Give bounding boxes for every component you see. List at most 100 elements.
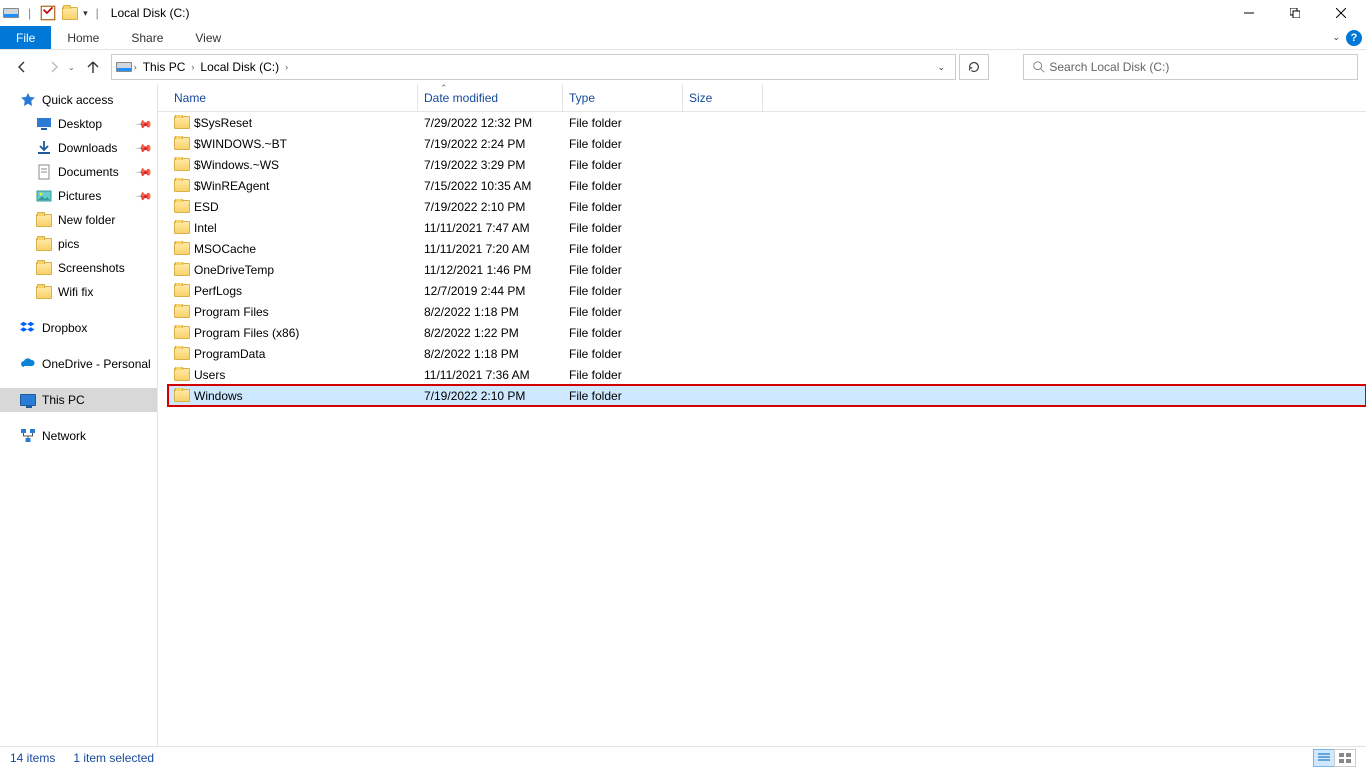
file-row[interactable]: MSOCache11/11/2021 7:20 AMFile folder xyxy=(168,238,1366,259)
nav-quick-access[interactable]: Quick access xyxy=(0,88,157,112)
maximize-button[interactable] xyxy=(1272,0,1318,26)
file-name: Windows xyxy=(194,389,243,403)
downloads-icon xyxy=(36,140,52,156)
file-type: File folder xyxy=(563,116,683,130)
nav-dropbox[interactable]: Dropbox xyxy=(0,316,157,340)
pictures-icon xyxy=(36,188,52,204)
nav-pictures[interactable]: Pictures📌 xyxy=(0,184,157,208)
column-headers: Name ⌃ Date modified Type Size xyxy=(158,84,1366,112)
nav-onedrive[interactable]: OneDrive - Personal xyxy=(0,352,157,376)
file-name: Intel xyxy=(194,221,217,235)
nav-this-pc[interactable]: This PC xyxy=(0,388,157,412)
file-row[interactable]: $WinREAgent 7/15/2022 10:35 AMFile folder xyxy=(168,175,1366,196)
file-row[interactable]: Windows7/19/2022 2:10 PMFile folder xyxy=(168,385,1366,406)
crumb-local-disk[interactable]: Local Disk (C:) xyxy=(196,60,283,74)
file-row[interactable]: Program Files8/2/2022 1:18 PMFile folder xyxy=(168,301,1366,322)
search-box[interactable] xyxy=(1023,54,1358,80)
file-row[interactable]: $Windows.~WS7/19/2022 3:29 PMFile folder xyxy=(168,154,1366,175)
qat-customize-icon[interactable]: ▾ xyxy=(83,8,88,19)
file-type: File folder xyxy=(563,158,683,172)
recent-locations-icon[interactable]: ⌄ xyxy=(68,63,75,72)
nav-label: New folder xyxy=(58,213,115,227)
nav-documents[interactable]: Documents📌 xyxy=(0,160,157,184)
file-row[interactable]: ProgramData8/2/2022 1:18 PMFile folder xyxy=(168,343,1366,364)
file-name: PerfLogs xyxy=(194,284,242,298)
help-icon[interactable]: ? xyxy=(1346,30,1362,46)
this-pc-icon xyxy=(20,392,36,408)
nav-network[interactable]: Network xyxy=(0,424,157,448)
tab-view[interactable]: View xyxy=(179,26,237,49)
col-type[interactable]: Type xyxy=(563,84,683,111)
crumb-label: This PC xyxy=(143,60,186,74)
tab-share[interactable]: Share xyxy=(115,26,179,49)
desktop-icon xyxy=(36,116,52,132)
folder-icon xyxy=(174,199,190,215)
file-row[interactable]: PerfLogs12/7/2019 2:44 PMFile folder xyxy=(168,280,1366,301)
folder-icon xyxy=(174,325,190,341)
folder-icon xyxy=(174,283,190,299)
address-dropdown-icon[interactable]: ⌄ xyxy=(931,62,951,73)
address-bar-row: ⌄ › This PC › Local Disk (C:) › ⌄ xyxy=(0,50,1366,84)
file-name: ESD xyxy=(194,200,219,214)
chevron-right-icon[interactable]: › xyxy=(134,62,137,72)
file-date: 7/19/2022 3:29 PM xyxy=(418,158,563,172)
search-input[interactable] xyxy=(1049,60,1349,74)
col-name[interactable]: Name xyxy=(168,84,418,111)
file-name: $WinREAgent xyxy=(194,179,269,193)
chevron-right-icon[interactable]: › xyxy=(285,62,288,72)
file-type: File folder xyxy=(563,179,683,193)
qat-new-folder-icon[interactable] xyxy=(61,4,79,22)
chevron-right-icon[interactable]: › xyxy=(191,62,194,72)
tab-home[interactable]: Home xyxy=(51,26,115,49)
up-button[interactable] xyxy=(79,54,107,80)
nav-screenshots[interactable]: Screenshots xyxy=(0,256,157,280)
file-date: 7/19/2022 2:24 PM xyxy=(418,137,563,151)
nav-label: OneDrive - Personal xyxy=(42,357,151,371)
minimize-button[interactable] xyxy=(1226,0,1272,26)
forward-button[interactable] xyxy=(40,54,68,80)
file-date: 12/7/2019 2:44 PM xyxy=(418,284,563,298)
documents-icon xyxy=(36,164,52,180)
crumb-this-pc[interactable]: This PC xyxy=(139,60,190,74)
file-date: 7/15/2022 10:35 AM xyxy=(418,179,563,193)
view-details-button[interactable] xyxy=(1313,749,1335,767)
nav-new-folder[interactable]: New folder xyxy=(0,208,157,232)
file-type: File folder xyxy=(563,326,683,340)
nav-label: Pictures xyxy=(58,189,101,203)
file-row[interactable]: $SysReset7/29/2022 12:32 PMFile folder xyxy=(168,112,1366,133)
file-name: $WINDOWS.~BT xyxy=(194,137,287,151)
file-name: $SysReset xyxy=(194,116,252,130)
file-row[interactable]: Program Files (x86)8/2/2022 1:22 PMFile … xyxy=(168,322,1366,343)
folder-icon xyxy=(174,136,190,152)
file-type: File folder xyxy=(563,242,683,256)
qat-properties-icon[interactable] xyxy=(39,4,57,22)
address-bar[interactable]: › This PC › Local Disk (C:) › ⌄ xyxy=(111,54,956,80)
nav-pics[interactable]: pics xyxy=(0,232,157,256)
file-row[interactable]: ESD7/19/2022 2:10 PMFile folder xyxy=(168,196,1366,217)
nav-downloads[interactable]: Downloads📌 xyxy=(0,136,157,160)
folder-icon xyxy=(174,115,190,131)
col-size[interactable]: Size xyxy=(683,84,763,111)
title-bar: | ▾ | Local Disk (C:) xyxy=(0,0,1366,26)
file-row[interactable]: Intel11/11/2021 7:47 AMFile folder xyxy=(168,217,1366,238)
nav-wifi-fix[interactable]: Wifi fix xyxy=(0,280,157,304)
nav-desktop[interactable]: Desktop📌 xyxy=(0,112,157,136)
file-row[interactable]: Users11/11/2021 7:36 AMFile folder xyxy=(168,364,1366,385)
view-large-icons-button[interactable] xyxy=(1334,749,1356,767)
close-button[interactable] xyxy=(1318,0,1364,26)
file-type: File folder xyxy=(563,221,683,235)
file-row[interactable]: $WINDOWS.~BT7/19/2022 2:24 PMFile folder xyxy=(168,133,1366,154)
file-date: 8/2/2022 1:18 PM xyxy=(418,347,563,361)
tab-file[interactable]: File xyxy=(0,26,51,49)
ribbon-collapse-icon[interactable]: ⌄ xyxy=(1332,32,1340,43)
window-title: Local Disk (C:) xyxy=(111,6,190,20)
nav-label: Screenshots xyxy=(58,261,125,275)
refresh-button[interactable] xyxy=(959,54,989,80)
back-button[interactable] xyxy=(8,54,36,80)
file-row[interactable]: OneDriveTemp11/12/2021 1:46 PMFile folde… xyxy=(168,259,1366,280)
sort-indicator-icon: ⌃ xyxy=(440,83,448,94)
location-icon xyxy=(116,59,132,75)
folder-icon xyxy=(36,260,52,276)
folder-icon xyxy=(36,236,52,252)
folder-icon xyxy=(174,178,190,194)
